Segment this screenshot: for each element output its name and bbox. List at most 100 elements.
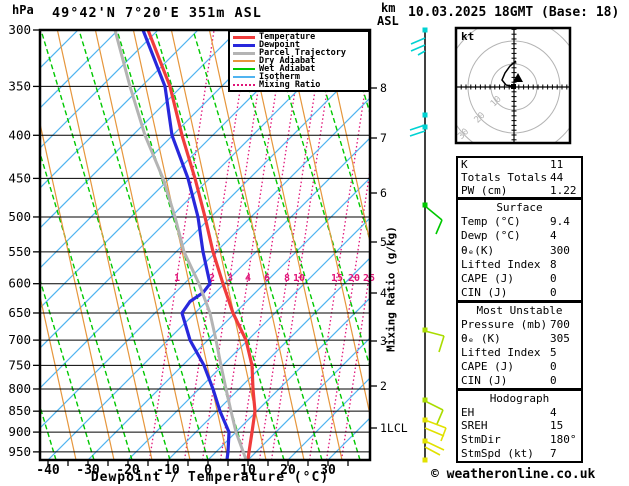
table-row-value: 44	[550, 171, 564, 184]
plot-border	[38, 28, 372, 462]
wind-barb-feather	[424, 205, 443, 221]
mixing-ratio-value-label: 10	[293, 273, 305, 284]
pressure-tick-label: 600	[8, 276, 31, 291]
table-row: StmDir 180°	[461, 433, 578, 446]
table-row-label: Temp (°C)	[461, 215, 521, 229]
table-row-value: 300	[550, 243, 570, 257]
temperature-axis-title: Dewpoint / Temperature (°C)	[90, 470, 330, 485]
temp-tick-label: -40	[36, 463, 60, 478]
table-row: CIN (J) 0	[461, 374, 578, 387]
table-row: Lifted Index 5	[461, 346, 578, 359]
table-row-value: 700	[550, 318, 570, 331]
wind-barb-column	[409, 27, 447, 463]
wind-barb-marker	[422, 457, 428, 463]
pressure-tick-label: 750	[8, 357, 31, 372]
wind-barb-feather	[424, 446, 441, 456]
table-section-header: Surface	[496, 201, 543, 215]
mixing-ratio-value-label: 3	[227, 273, 233, 284]
table-row: Totals Totals 44	[461, 171, 578, 184]
legend: Temperature Dewpoint Parcel Trajectory Dry …	[228, 30, 370, 92]
table-row-label: CAPE (J)	[461, 360, 514, 373]
mixing-ratio-value-label: 8	[284, 273, 290, 284]
pressure-tick-label: 900	[8, 424, 31, 439]
table-row: Temp (°C) 9.4	[461, 215, 578, 228]
table-row-value: 1.22	[550, 184, 577, 197]
table-row-value: 0	[550, 285, 557, 299]
km-tick-label: 7	[380, 131, 387, 145]
legend-swatch	[233, 60, 255, 62]
mixing-ratio-value-label: 20	[348, 273, 360, 284]
table-row-label: CIN (J)	[461, 374, 508, 387]
legend-swatch	[233, 84, 255, 86]
pressure-tick-label: 500	[8, 209, 31, 224]
stability-indices-table: K 11 Totals Totals 44 PW (cm) 1.22	[456, 156, 583, 199]
pressure-tick-label: 800	[8, 381, 31, 396]
mixing-ratio-value-label: 6	[264, 273, 270, 284]
table-row-label: Lifted Index	[461, 257, 541, 271]
table-row-label: CAPE (J)	[461, 271, 514, 285]
most-unstable-table: Most Unstable Pressure (mb) 700 θₑ (K) 305 Li…	[456, 301, 583, 390]
table-row: PW (cm) 1.22	[461, 184, 578, 197]
table-row-label: K	[461, 158, 468, 171]
wind-barb-feather	[436, 409, 444, 425]
table-row-label: θₑ (K)	[461, 332, 501, 345]
legend-item: Wet Adiabat	[233, 65, 368, 73]
table-row: SREH 15	[461, 419, 578, 432]
wind-barb-feather	[424, 427, 445, 437]
legend-swatch	[233, 76, 255, 78]
pressure-tick-label: 650	[8, 305, 31, 320]
pressure-tick-label: 350	[8, 78, 31, 93]
legend-item: Mixing Ratio	[233, 81, 368, 89]
table-row-value: 7	[550, 447, 557, 461]
table-row: K 11	[461, 158, 578, 171]
pressure-tick-label: 850	[8, 403, 31, 418]
mixing-ratio-value-label: 15	[331, 273, 343, 284]
table-row: θₑ(K) 300	[461, 244, 578, 257]
copyright: © weatheronline.co.uk	[431, 467, 596, 482]
table-row: Pressure (mb) 700	[461, 318, 578, 331]
hodograph-ring-label: 10	[489, 94, 504, 109]
hodograph-stats-table: Hodograph EH 4 SREH 15 StmDir 180° StmSpd (kt) 7	[456, 389, 583, 463]
km-tick-label: 2	[380, 379, 387, 393]
table-row-value: 8	[550, 257, 557, 271]
table-row-label: SREH	[461, 419, 488, 433]
table-row: StmSpd (kt) 7	[461, 447, 578, 460]
table-row-value: 5	[550, 346, 557, 359]
legend-swatch	[233, 35, 255, 39]
table-row-label: Dewp (°C)	[461, 229, 521, 243]
km-tick-label: 8	[380, 81, 387, 95]
legend-swatch	[233, 68, 255, 70]
table-row-value: 0	[550, 374, 557, 387]
table-row: EH 4	[461, 406, 578, 419]
table-row: CIN (J) 0	[461, 286, 578, 299]
hodograph-unit-label: kt	[461, 30, 475, 43]
mixing-ratio-value-label: 1	[174, 273, 180, 284]
legend-label: Mixing Ratio	[259, 80, 321, 90]
surface-table: Surface Temp (°C) 9.4 Dewp (°C) 4 θₑ(K) 300 Lif…	[456, 198, 583, 302]
table-row-label: CIN (J)	[461, 285, 508, 299]
table-row-label: EH	[461, 405, 475, 419]
table-row-value: 180°	[550, 433, 577, 447]
wind-barb-feather	[424, 419, 447, 429]
wind-barb-feather	[424, 330, 445, 337]
pressure-tick-label: 450	[8, 170, 31, 185]
table-row-label: Totals Totals	[461, 171, 548, 184]
table-row: CAPE (J) 0	[461, 272, 578, 285]
wind-barb-feather	[409, 130, 426, 137]
wind-barb-feather	[417, 50, 426, 56]
wind-barb-feather	[435, 219, 443, 235]
table-row-label: Pressure (mb)	[461, 318, 548, 331]
mixing-ratio-axis-label: Mixing Ratio (g/kg)	[384, 226, 398, 352]
mixing-ratio-value-label: 4	[245, 273, 251, 284]
legend-swatch	[233, 51, 255, 55]
pressure-tick-label: 550	[8, 244, 31, 259]
table-row-value: 11	[550, 158, 564, 171]
wind-barb-feather	[410, 37, 426, 45]
table-row-value: 4	[550, 229, 557, 243]
table-row: CAPE (J) 0	[461, 360, 578, 373]
pressure-tick-label: 400	[8, 127, 31, 142]
wind-barb-feather	[410, 44, 426, 52]
table-row-label: θₑ(K)	[461, 243, 495, 257]
table-row-value: 4	[550, 405, 557, 419]
table-section-header: Most Unstable	[476, 304, 563, 317]
